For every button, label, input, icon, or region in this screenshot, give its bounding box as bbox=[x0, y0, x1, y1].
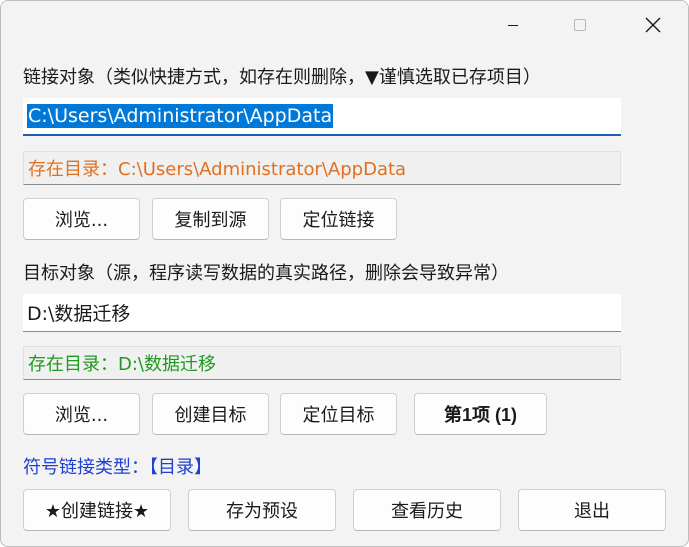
link-path-value: C:\Users\Administrator\AppData bbox=[27, 104, 334, 128]
copy-to-source-button[interactable]: 复制到源 bbox=[152, 198, 269, 240]
exit-button[interactable]: 退出 bbox=[518, 489, 666, 531]
app-window: 链接对象（类似快捷方式，如存在则删除，▼谨慎选取已存项目） C:\Users\A… bbox=[0, 0, 689, 547]
view-history-button[interactable]: 查看历史 bbox=[353, 489, 501, 531]
target-path-value: D:\数据迁移 bbox=[27, 303, 131, 325]
link-path-input[interactable]: C:\Users\Administrator\AppData bbox=[23, 98, 621, 136]
locate-target-button[interactable]: 定位目标 bbox=[280, 393, 397, 435]
link-browse-button[interactable]: 浏览... bbox=[23, 198, 140, 240]
minimize-button[interactable] bbox=[490, 1, 536, 49]
locate-link-button[interactable]: 定位链接 bbox=[280, 198, 397, 240]
target-path-input[interactable]: D:\数据迁移 bbox=[23, 294, 621, 332]
target-browse-button[interactable]: 浏览... bbox=[23, 393, 140, 435]
maximize-button[interactable] bbox=[557, 1, 603, 49]
target-object-label: 目标对象（源，程序读写数据的真实路径，删除会导致异常） bbox=[23, 263, 509, 284]
symlink-type-label: 符号链接类型：【目录】 bbox=[23, 457, 212, 478]
link-object-label: 链接对象（类似快捷方式，如存在则删除，▼谨慎选取已存项目） bbox=[23, 67, 541, 88]
minimize-icon bbox=[508, 24, 518, 26]
item-counter-button[interactable]: 第1项 (1) bbox=[414, 393, 547, 435]
create-target-button[interactable]: 创建目标 bbox=[152, 393, 269, 435]
title-bar bbox=[1, 1, 688, 49]
save-preset-button[interactable]: 存为预设 bbox=[188, 489, 336, 531]
close-button[interactable] bbox=[630, 1, 676, 49]
link-status-field: 存在目录：C:\Users\Administrator\AppData bbox=[23, 151, 621, 185]
close-icon bbox=[645, 17, 661, 33]
maximize-icon bbox=[574, 19, 586, 31]
create-link-button[interactable]: ★创建链接★ bbox=[23, 489, 171, 531]
target-status-field: 存在目录：D:\数据迁移 bbox=[23, 346, 621, 380]
